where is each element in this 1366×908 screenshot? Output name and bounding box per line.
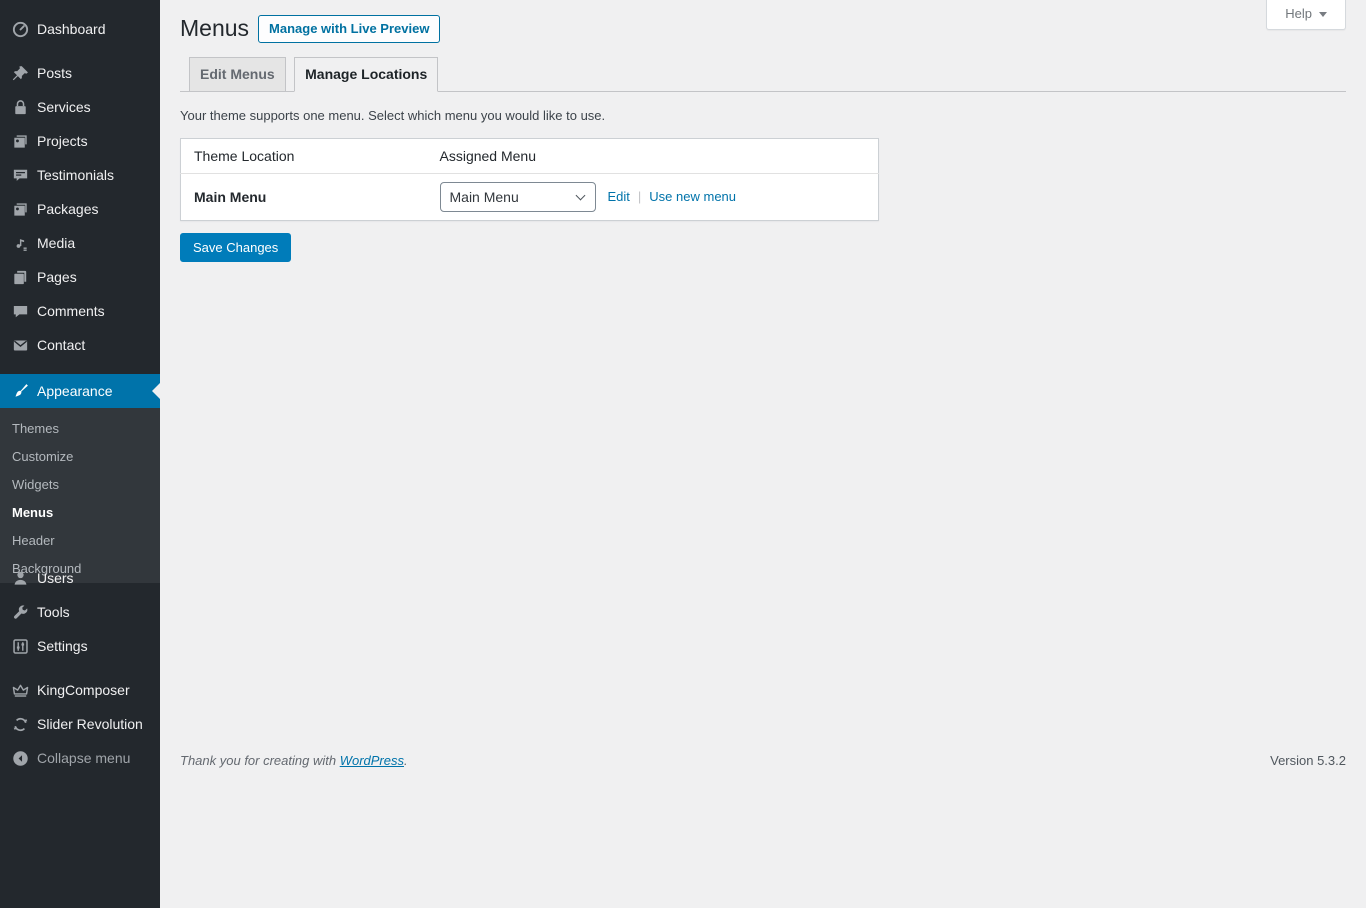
brush-icon bbox=[10, 381, 30, 401]
gauge-icon bbox=[10, 19, 30, 39]
sidebar-item-packages[interactable]: Packages bbox=[0, 192, 160, 226]
refresh-icon bbox=[10, 714, 30, 734]
manage-live-preview-button[interactable]: Manage with Live Preview bbox=[258, 15, 440, 43]
sidebar-item-services[interactable]: Services bbox=[0, 90, 160, 124]
thanks-prefix: Thank you for creating with bbox=[180, 753, 340, 768]
appearance-submenu: Themes Customize Widgets Menus Header Ba… bbox=[0, 408, 160, 583]
sidebar-item-posts[interactable]: Posts bbox=[0, 56, 160, 90]
version-text: Version 5.3.2 bbox=[1270, 753, 1346, 768]
sidebar-item-testimonials[interactable]: Testimonials bbox=[0, 158, 160, 192]
tab-manage-locations[interactable]: Manage Locations bbox=[294, 57, 438, 92]
testimonial-icon bbox=[10, 165, 30, 185]
submenu-item-header[interactable]: Header bbox=[0, 527, 160, 555]
sidebar-item-slider-revolution[interactable]: Slider Revolution bbox=[0, 707, 160, 741]
sidebar-item-appearance[interactable]: Appearance bbox=[0, 374, 160, 408]
thanks-text: Thank you for creating with WordPress. bbox=[180, 753, 408, 768]
page-title: Menus bbox=[180, 14, 249, 44]
column-header-assigned-menu: Assigned Menu bbox=[427, 138, 879, 173]
submenu-item-themes[interactable]: Themes bbox=[0, 415, 160, 443]
sidebar-item-label: Dashboard bbox=[37, 21, 106, 37]
bag-icon bbox=[10, 97, 30, 117]
footer: Thank you for creating with WordPress. V… bbox=[180, 753, 1346, 768]
sidebar-item-tools[interactable]: Tools bbox=[0, 595, 160, 629]
tab-edit-menus[interactable]: Edit Menus bbox=[189, 57, 286, 92]
sidebar-item-dashboard[interactable]: Dashboard bbox=[0, 12, 160, 46]
tabs-bar: Edit Menus Manage Locations bbox=[180, 57, 1346, 92]
collapse-menu-button[interactable]: Collapse menu bbox=[0, 741, 160, 775]
submenu-item-customize[interactable]: Customize bbox=[0, 443, 160, 471]
pages-icon bbox=[10, 267, 30, 287]
sidebar-item-contact[interactable]: Contact bbox=[0, 328, 160, 362]
page-description: Your theme supports one menu. Select whi… bbox=[180, 108, 1346, 123]
crown-icon bbox=[10, 680, 30, 700]
sidebar-item-settings[interactable]: Settings bbox=[0, 629, 160, 663]
gallery-icon bbox=[10, 199, 30, 219]
sidebar-item-label: KingComposer bbox=[37, 682, 130, 698]
menu-locations-table: Theme Location Assigned Menu Main Menu M… bbox=[180, 138, 879, 221]
assigned-menu-select[interactable]: Main Menu bbox=[440, 182, 596, 212]
user-icon bbox=[10, 568, 30, 588]
pushpin-icon bbox=[10, 63, 30, 83]
edit-menu-link[interactable]: Edit bbox=[608, 189, 630, 204]
chevron-down-icon bbox=[1319, 12, 1327, 17]
save-changes-button[interactable]: Save Changes bbox=[180, 233, 291, 263]
sliders-icon bbox=[10, 636, 30, 656]
sidebar-item-label: Projects bbox=[37, 133, 88, 149]
sidebar-item-label: Settings bbox=[37, 638, 88, 654]
sidebar-item-pages[interactable]: Pages bbox=[0, 260, 160, 294]
collapse-icon bbox=[10, 748, 30, 768]
link-separator: | bbox=[638, 189, 641, 204]
collapse-menu-label: Collapse menu bbox=[37, 750, 130, 766]
wordpress-link[interactable]: WordPress bbox=[340, 753, 404, 768]
sidebar-item-media[interactable]: Media bbox=[0, 226, 160, 260]
help-button[interactable]: Help bbox=[1266, 0, 1346, 30]
column-header-theme-location: Theme Location bbox=[181, 138, 427, 173]
use-new-menu-link[interactable]: Use new menu bbox=[649, 189, 736, 204]
comment-icon bbox=[10, 301, 30, 321]
admin-sidebar: Dashboard Posts Services Projects Testi bbox=[0, 0, 160, 908]
table-row: Main Menu Main Menu Edit | Use new menu bbox=[181, 173, 879, 220]
sidebar-item-label: Appearance bbox=[37, 383, 113, 399]
sidebar-item-label: Services bbox=[37, 99, 91, 115]
sidebar-item-label: Pages bbox=[37, 269, 77, 285]
sidebar-item-label: Testimonials bbox=[37, 167, 114, 183]
thanks-period: . bbox=[404, 753, 408, 768]
selected-menu-value: Main Menu bbox=[450, 189, 519, 205]
sidebar-item-label: Slider Revolution bbox=[37, 716, 143, 732]
sidebar-item-label: Posts bbox=[37, 65, 72, 81]
sidebar-item-projects[interactable]: Projects bbox=[0, 124, 160, 158]
sidebar-item-label: Users bbox=[37, 570, 74, 586]
gallery-icon bbox=[10, 131, 30, 151]
sidebar-item-label: Packages bbox=[37, 201, 98, 217]
sidebar-item-users[interactable]: Users bbox=[0, 561, 160, 595]
help-label: Help bbox=[1285, 6, 1312, 21]
media-icon bbox=[10, 233, 30, 253]
sidebar-item-label: Comments bbox=[37, 303, 105, 319]
wrench-icon bbox=[10, 602, 30, 622]
submenu-item-widgets[interactable]: Widgets bbox=[0, 471, 160, 499]
sidebar-item-label: Contact bbox=[37, 337, 85, 353]
envelope-icon bbox=[10, 335, 30, 355]
sidebar-item-comments[interactable]: Comments bbox=[0, 294, 160, 328]
sidebar-item-label: Tools bbox=[37, 604, 70, 620]
sidebar-item-kingcomposer[interactable]: KingComposer bbox=[0, 673, 160, 707]
submenu-item-menus[interactable]: Menus bbox=[0, 499, 160, 527]
sidebar-item-label: Media bbox=[37, 235, 75, 251]
main-content: Help Menus Manage with Live Preview Edit… bbox=[160, 0, 1366, 908]
theme-location-name: Main Menu bbox=[181, 173, 427, 220]
chevron-down-icon bbox=[575, 190, 585, 200]
